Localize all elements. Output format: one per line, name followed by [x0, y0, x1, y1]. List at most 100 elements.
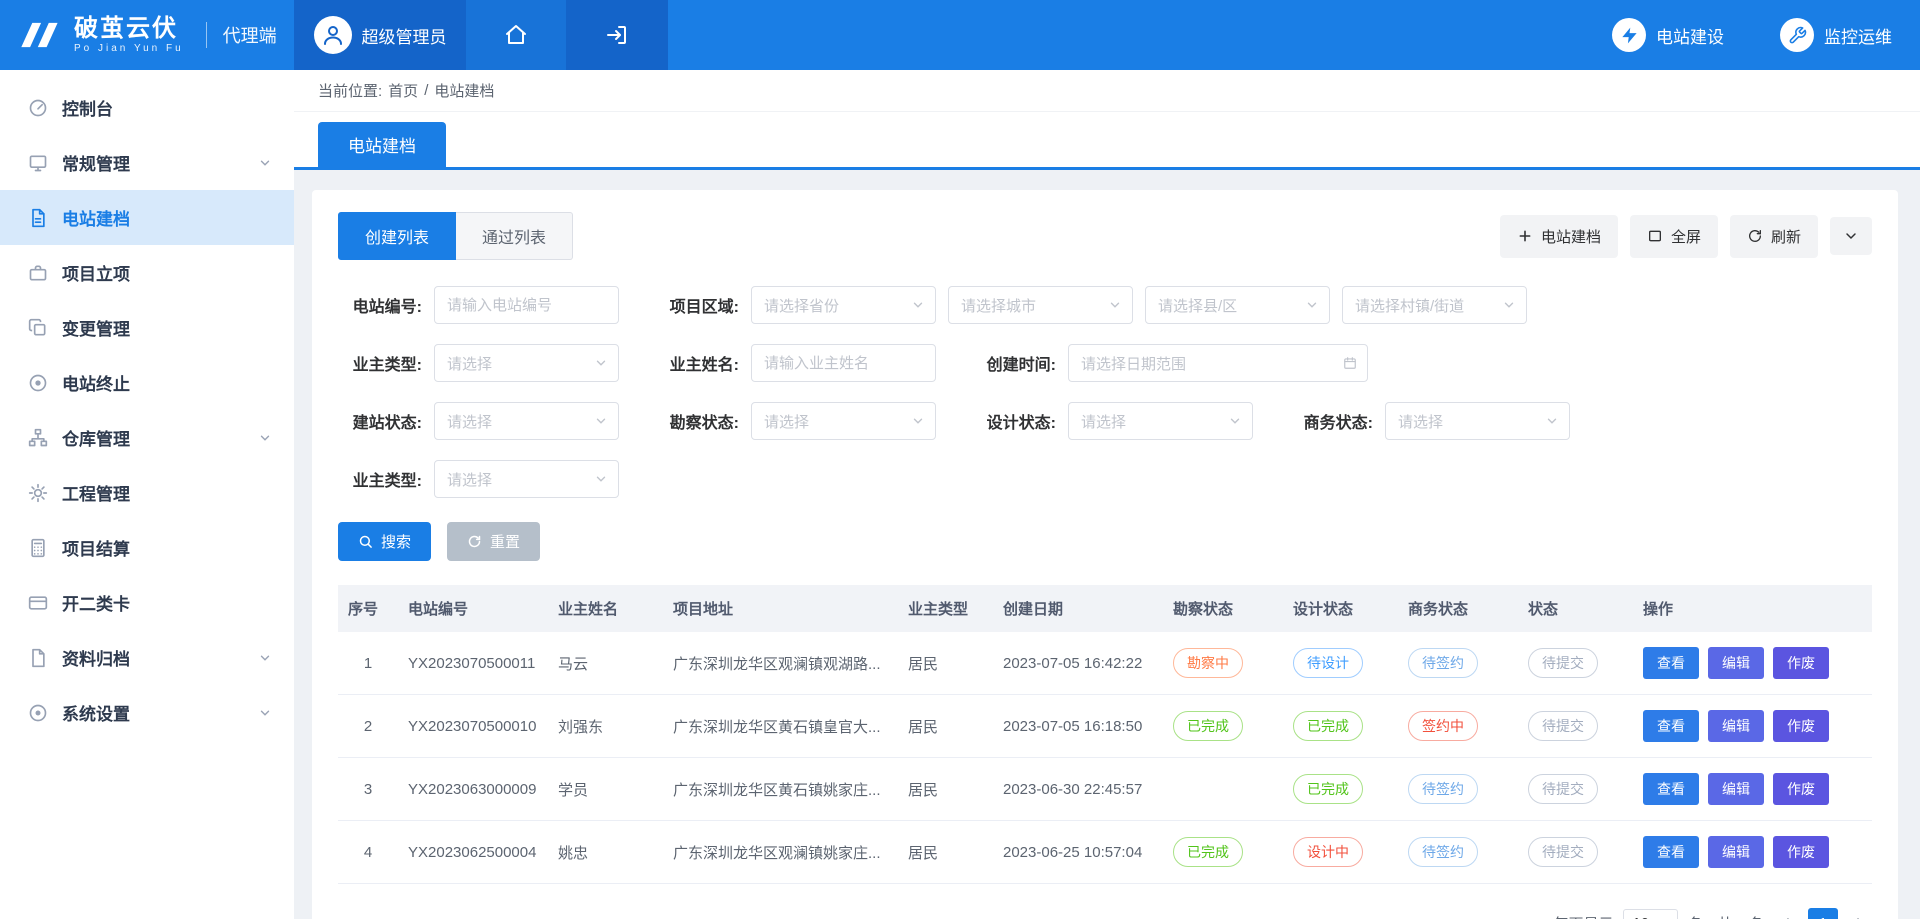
reset-button[interactable]: 重置 [447, 522, 540, 561]
chevron-down-icon [1108, 298, 1122, 312]
chevron-down-icon [1843, 228, 1859, 244]
refresh-button[interactable]: 刷新 [1730, 215, 1818, 258]
cell-owner-name: 姚忠 [548, 821, 663, 884]
filter-label-owner-type2: 业主类型: [338, 467, 422, 491]
owner-name-input[interactable] [751, 344, 936, 382]
chevron-down-icon [258, 431, 272, 445]
view-button[interactable]: 查看 [1643, 773, 1699, 805]
void-button[interactable]: 作废 [1773, 836, 1829, 868]
sidebar-item-warehouse-mgmt[interactable]: 仓库管理 [0, 410, 294, 465]
chevron-left-icon [1778, 915, 1794, 919]
panel-card: 创建列表 通过列表 电站建档 全屏 [312, 190, 1898, 919]
cell-created-at: 2023-07-05 16:42:22 [993, 632, 1163, 695]
next-page-button[interactable] [1848, 911, 1872, 919]
cell-created-at: 2023-06-25 10:57:04 [993, 821, 1163, 884]
quick-link-station-build[interactable]: 电站建设 [1612, 0, 1724, 70]
province-select[interactable]: 请选择省份 [751, 286, 936, 324]
filter-label-business-status: 商务状态: [1289, 409, 1373, 433]
logout-icon [605, 23, 629, 47]
void-button[interactable]: 作废 [1773, 647, 1829, 679]
sidebar-item-engineering-mgmt[interactable]: 工程管理 [0, 465, 294, 520]
filter-row-2: 业主类型: 请选择 业主姓名: 创建时间 [338, 344, 1872, 382]
home-icon [504, 23, 528, 47]
view-button[interactable]: 查看 [1643, 647, 1699, 679]
filter-row-3: 建站状态: 请选择 勘察状态: 请选择 [338, 402, 1872, 440]
sidebar-item-console[interactable]: 控制台 [0, 80, 294, 135]
cell-address: 广东深圳龙华区黄石镇皇官大... [663, 695, 898, 758]
status-badge: 待提交 [1528, 837, 1598, 867]
fullscreen-icon [1647, 228, 1663, 244]
create-time-range-input[interactable]: 请选择日期范围 [1068, 344, 1368, 382]
sidebar-item-station-termination[interactable]: 电站终止 [0, 355, 294, 410]
collapse-toolbar-button[interactable] [1830, 217, 1872, 255]
tab-create-list[interactable]: 创建列表 [338, 212, 456, 260]
view-button[interactable]: 查看 [1643, 836, 1699, 868]
edit-button[interactable]: 编辑 [1708, 773, 1764, 805]
quick-link-monitor-ops[interactable]: 监控运维 [1780, 0, 1892, 70]
survey-status-select[interactable]: 请选择 [751, 402, 936, 440]
owner-type-select[interactable]: 请选择 [434, 344, 619, 382]
chevron-down-icon [594, 414, 608, 428]
breadcrumb-home-link[interactable]: 首页 [388, 80, 418, 101]
table-row: 2 YX2023070500010 刘强东 广东深圳龙华区黄石镇皇官大... 居… [338, 695, 1872, 758]
edit-button[interactable]: 编辑 [1708, 647, 1764, 679]
tab-passed-list[interactable]: 通过列表 [456, 212, 573, 260]
sidebar-item-general-mgmt[interactable]: 常规管理 [0, 135, 294, 190]
cell-index: 1 [338, 632, 398, 695]
design-status-badge: 已完成 [1293, 774, 1363, 804]
station-table: 序号 电站编号 业主姓名 项目地址 业主类型 创建日期 勘察状态 设计状态 商务… [338, 585, 1872, 884]
brand-divider [206, 22, 207, 48]
breadcrumb-separator: / [424, 82, 428, 99]
city-select[interactable]: 请选择城市 [948, 286, 1133, 324]
sidebar-item-change-mgmt[interactable]: 变更管理 [0, 300, 294, 355]
sidebar-item-system-settings[interactable]: 系统设置 [0, 685, 294, 740]
business-status-badge: 待签约 [1408, 837, 1478, 867]
fullscreen-button[interactable]: 全屏 [1630, 215, 1718, 258]
business-status-badge: 待签约 [1408, 648, 1478, 678]
survey-status-badge: 已完成 [1173, 711, 1243, 741]
county-select[interactable]: 请选择县/区 [1145, 286, 1330, 324]
void-button[interactable]: 作废 [1773, 773, 1829, 805]
total-count: 共 4 条 [1717, 913, 1764, 919]
dashboard-icon [28, 98, 48, 118]
user-menu[interactable]: 超级管理员 [294, 0, 466, 70]
business-status-select[interactable]: 请选择 [1385, 402, 1570, 440]
filter-label-design-status: 设计状态: [972, 409, 1056, 433]
view-button[interactable]: 查看 [1643, 710, 1699, 742]
sidebar-item-station-filing[interactable]: 电站建档 [0, 190, 294, 245]
chevron-down-icon [594, 472, 608, 486]
void-button[interactable]: 作废 [1773, 710, 1829, 742]
chevron-down-icon [911, 414, 925, 428]
quick-link-label: 电站建设 [1656, 23, 1724, 48]
village-select[interactable]: 请选择村镇/街道 [1342, 286, 1527, 324]
cell-station-no: YX2023070500011 [398, 632, 548, 695]
edit-button[interactable]: 编辑 [1708, 836, 1764, 868]
create-station-button[interactable]: 电站建档 [1500, 215, 1618, 258]
archive-icon [28, 648, 48, 668]
sidebar-item-type2-card[interactable]: 开二类卡 [0, 575, 294, 630]
edit-button[interactable]: 编辑 [1708, 710, 1764, 742]
cell-station-no: YX2023062500004 [398, 821, 548, 884]
cell-owner-name: 马云 [548, 632, 663, 695]
briefcase-icon [28, 263, 48, 283]
owner-type2-select[interactable]: 请选择 [434, 460, 619, 498]
design-status-select[interactable]: 请选择 [1068, 402, 1253, 440]
business-status-badge: 待签约 [1408, 774, 1478, 804]
build-status-select[interactable]: 请选择 [434, 402, 619, 440]
business-status-badge: 签约中 [1408, 711, 1478, 741]
station-no-input[interactable] [434, 286, 619, 324]
search-button[interactable]: 搜索 [338, 522, 431, 561]
survey-status-badge: 已完成 [1173, 837, 1243, 867]
page-tab-station-filing[interactable]: 电站建档 [318, 122, 446, 167]
filter-row-4: 业主类型: 请选择 [338, 460, 1872, 498]
page-number-1[interactable]: 1 [1808, 908, 1838, 919]
logout-button[interactable] [566, 0, 668, 70]
home-button[interactable] [466, 0, 566, 70]
prev-page-button[interactable] [1774, 911, 1798, 919]
per-page-label: 每页显示 [1553, 913, 1613, 919]
survey-status-badge: 勘察中 [1173, 648, 1243, 678]
sidebar-item-project-settlement[interactable]: 项目结算 [0, 520, 294, 575]
sidebar-item-archive[interactable]: 资料归档 [0, 630, 294, 685]
sidebar-item-project-approval[interactable]: 项目立项 [0, 245, 294, 300]
page-size-select[interactable]: 10 [1623, 909, 1678, 919]
